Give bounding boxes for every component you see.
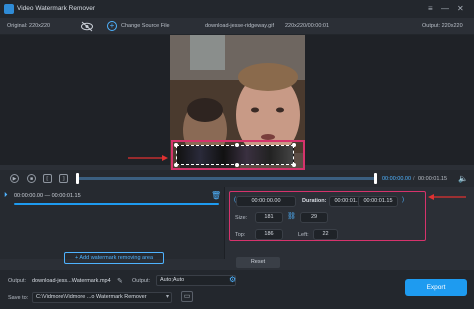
watermark-selection-area[interactable] [176, 145, 294, 165]
resize-handle[interactable] [292, 163, 296, 167]
speaker-icon[interactable]: 🔈 [458, 174, 468, 183]
segment-track[interactable] [14, 203, 219, 205]
plus-circle-icon[interactable]: + [107, 21, 117, 31]
source-meta: 220x220/00:00:01 [285, 23, 330, 29]
total-time: 00:00:01.15 [418, 176, 448, 182]
bracket-left-icon: ( [234, 197, 236, 203]
height-field[interactable]: 29 [300, 212, 328, 223]
segment-time-range: 00:00:00.00 — 00:00:01.15 [14, 193, 81, 199]
timeline-start-handle[interactable] [76, 173, 79, 184]
stop-icon[interactable]: ■ [27, 174, 36, 183]
edit-icon[interactable]: ✎ [117, 277, 123, 285]
folder-icon[interactable]: ▭ [181, 291, 193, 302]
end-time-field[interactable]: 00:00:01.15 [358, 196, 398, 207]
resize-handle[interactable] [235, 163, 239, 167]
resize-handle[interactable] [174, 143, 178, 147]
info-bar: Original: 220x220 + Change Source File d… [0, 18, 474, 35]
duration-label: Duration: [302, 198, 327, 204]
add-watermark-area-button[interactable]: + Add watermark removing area [64, 252, 164, 264]
start-time-field[interactable]: 00:00:00.00 [236, 196, 296, 207]
original-size: Original: 220x220 [7, 23, 51, 29]
save-path-field[interactable]: C:\Vidmore\Vidmore ...o Watermark Remove… [32, 292, 172, 303]
eye-slash-icon[interactable] [80, 21, 94, 32]
arrow-right-indicator [128, 155, 168, 161]
output-size: Output: 220x220 [422, 23, 463, 29]
left-field[interactable]: 22 [313, 229, 338, 240]
format-select[interactable]: Auto;Auto [156, 275, 236, 286]
timeline-end-handle[interactable] [374, 173, 377, 184]
source-filename: download-jesse-ridgeway.gif [205, 23, 274, 29]
resize-handle[interactable] [174, 163, 178, 167]
resize-handle[interactable] [235, 143, 239, 147]
play-icon[interactable]: ▶ [10, 174, 19, 183]
next-frame-icon[interactable]: ⟧ [59, 174, 68, 183]
format-label: Output: [132, 278, 151, 284]
output-filename: download-jess...Watermark.mp4 [32, 278, 111, 284]
change-source-button[interactable]: Change Source File [121, 23, 170, 29]
minimize-icon[interactable]: — [441, 4, 449, 14]
prev-frame-icon[interactable]: ⟦ [43, 174, 52, 183]
trash-icon[interactable]: 🗑 [211, 191, 221, 200]
current-time: 00:00:00.00 [382, 176, 412, 182]
arrow-left-icon [428, 194, 466, 200]
title-bar: Video Watermark Remover ≡ — ✕ [0, 0, 474, 18]
left-label: Left: [298, 232, 309, 238]
resize-handle[interactable] [292, 143, 296, 147]
size-label: Size: [235, 215, 248, 221]
video-app-icon [4, 4, 14, 14]
width-field[interactable]: 181 [255, 212, 283, 223]
save-to-label: Save to: [8, 295, 29, 301]
bracket-right-icon: ) [402, 197, 404, 203]
close-icon[interactable]: ✕ [457, 4, 464, 14]
gear-icon[interactable]: ⚙ [229, 275, 236, 284]
output-bar [0, 270, 474, 309]
top-field[interactable]: 186 [255, 229, 283, 240]
timeline-track[interactable] [78, 177, 376, 180]
top-label: Top: [235, 232, 246, 238]
menu-icon[interactable]: ≡ [428, 4, 433, 14]
link-icon[interactable]: ⛓ [287, 212, 296, 220]
app-title: Video Watermark Remover [17, 5, 96, 12]
output-label: Output: [8, 278, 27, 284]
chevron-down-icon[interactable]: ▾ [166, 293, 169, 300]
export-button[interactable]: Export [405, 279, 467, 296]
reset-button[interactable]: Reset [236, 257, 280, 268]
clip-icon: ⏵ [4, 192, 8, 199]
